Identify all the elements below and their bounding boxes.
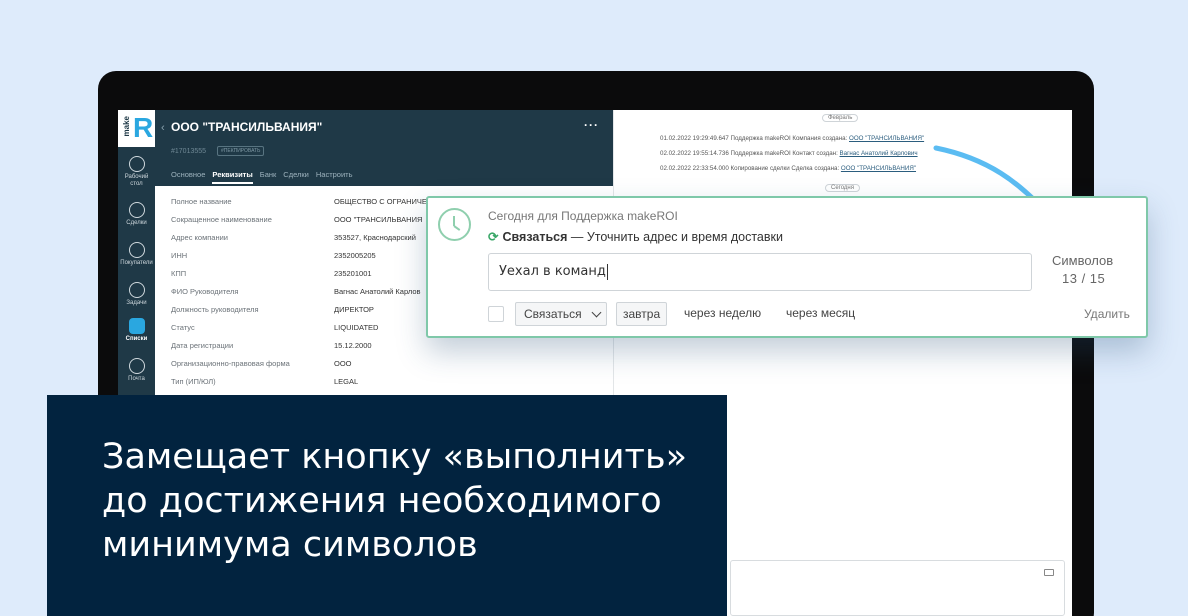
task-type-select[interactable]: Связаться [515, 302, 607, 326]
tomorrow-button[interactable]: завтра [616, 302, 668, 326]
char-counter-label: Символов [1052, 253, 1114, 268]
feed-event: 02.02.2022 19:55:14.736 Поддержка makeRO… [660, 150, 918, 157]
detail-label: Тип (ИП/ЮЛ) [171, 377, 216, 386]
detail-value[interactable]: ДИРЕКТОР [334, 305, 374, 314]
mail-icon [128, 358, 145, 374]
task-popup: Сегодня для Поддержка makeROI ⟳ Связаться… [426, 196, 1148, 338]
detail-label: ИНН [171, 251, 188, 260]
keyboard-icon[interactable] [1044, 569, 1054, 576]
event-text: 02.02.2022 22:33:54.000 Копирование сдел… [660, 165, 841, 172]
sidebar-item-tasks[interactable]: Задачи [118, 282, 155, 307]
detail-label: Дата регистрации [171, 341, 234, 350]
task-action: Связаться [502, 230, 568, 244]
event-text: 02.02.2022 19:55:14.736 Поддержка makeRO… [660, 150, 840, 157]
sidebar-item-label: Сделки [126, 220, 147, 226]
detail-row: Дата регистрации 15.12.2000 [155, 341, 613, 359]
next-month-link[interactable]: через месяц [786, 306, 855, 320]
month-divider: Февраль [822, 114, 859, 122]
detail-label: Полное название [171, 197, 232, 206]
detail-value[interactable]: ОБЩЕСТВО С ОГРАНИЧЕ [334, 197, 427, 206]
feed-event: 02.02.2022 22:33:54.000 Копирование сдел… [660, 165, 916, 172]
detail-value[interactable]: LEGAL [334, 377, 358, 386]
sidebar-item-label: Покупатели [120, 260, 153, 266]
detail-label: Адрес компании [171, 233, 229, 242]
detail-label: Сокращенное наименование [171, 215, 272, 224]
caption-text: Замещает кнопку «выполнить» до достижени… [102, 437, 687, 565]
logo-letter: R [133, 112, 154, 143]
detail-row: Тип (ИП/ЮЛ) LEGAL [155, 377, 613, 395]
dashboard-icon [128, 156, 145, 172]
detail-label: Организационно-правовая форма [171, 359, 290, 368]
caption-panel: Замещает кнопку «выполнить» до достижени… [47, 395, 727, 616]
delete-link[interactable]: Удалить [1084, 307, 1130, 321]
detail-value[interactable]: ООО "ТРАНСИЛЬВАНИЯ [334, 215, 422, 224]
copy-id-button[interactable]: #ПЕКПИРОВАТЬ [217, 146, 265, 156]
sidebar-item-lists[interactable]: Списки [118, 318, 155, 343]
task-result-input[interactable]: Уехал в команд [488, 253, 1032, 291]
message-composer[interactable] [730, 560, 1065, 616]
detail-value[interactable]: 235201001 [334, 269, 372, 278]
event-text: 01.02.2022 19:29:49.647 Поддержка makeRO… [660, 135, 849, 142]
detail-label: ФИО Руководителя [171, 287, 239, 296]
chevron-down-icon [591, 307, 602, 318]
detail-value[interactable]: 2352005205 [334, 251, 376, 260]
tab-main[interactable]: Основное [171, 170, 205, 184]
page-title: ООО "ТРАНСИЛЬВАНИЯ" [171, 120, 323, 134]
refresh-icon: ⟳ [488, 230, 499, 244]
today-divider: Сегодня [825, 184, 860, 192]
lists-icon [128, 318, 145, 334]
task-type-value: Связаться [524, 307, 582, 321]
sidebar-item-mail[interactable]: Почта [118, 358, 155, 383]
task-title: ⟳ Связаться — Уточнить адрес и время дост… [488, 229, 783, 244]
sidebar-item-label: Списки [125, 336, 148, 342]
card-id: #17013555 [171, 148, 207, 155]
char-counter-value: 13 / 15 [1062, 271, 1106, 286]
card-header: ‹ ООО "ТРАНСИЛЬВАНИЯ" ··· #17013555 #ПЕК… [155, 110, 613, 186]
event-link[interactable]: ООО "ТРАНСИЛЬВАНИЯ" [841, 165, 916, 172]
detail-label: Статус [171, 323, 195, 332]
task-result-value: Уехал в команд [499, 264, 606, 279]
tabs: Основное Реквизиты Банк Сделки Настроить [171, 170, 353, 184]
sidebar-item-customers[interactable]: Покупатели [118, 242, 155, 267]
feed-event: 01.02.2022 19:29:49.647 Поддержка makeRO… [660, 135, 924, 142]
next-week-link[interactable]: через неделю [684, 306, 761, 320]
tab-requisites[interactable]: Реквизиты [212, 170, 253, 184]
detail-label: КПП [171, 269, 187, 278]
logo[interactable]: make R [118, 110, 155, 147]
clock-icon [438, 208, 471, 241]
task-meta: Сегодня для Поддержка makeROI [488, 209, 678, 223]
done-checkbox[interactable] [488, 306, 504, 322]
detail-label: Должность руководителя [171, 305, 259, 314]
detail-value[interactable]: ООО [334, 359, 352, 368]
sidebar-item-desktop[interactable]: Рабочий стол [118, 156, 155, 188]
detail-value[interactable]: 15.12.2000 [334, 341, 372, 350]
tab-deals[interactable]: Сделки [283, 170, 309, 184]
more-icon[interactable]: ··· [584, 118, 599, 132]
sidebar-item-label: Почта [128, 376, 145, 382]
logo-word: make [122, 116, 131, 137]
detail-value[interactable]: LIQUIDATED [334, 323, 378, 332]
customers-icon [128, 242, 145, 258]
detail-value[interactable]: 353527, Краснодарский [334, 233, 416, 242]
back-chevron-icon[interactable]: ‹ [161, 122, 165, 134]
event-link[interactable]: ООО "ТРАНСИЛЬВАНИЯ" [849, 135, 924, 142]
event-link[interactable]: Вагнас Анатолий Карлович [840, 150, 918, 157]
task-description: — Уточнить адрес и время доставки [567, 230, 783, 244]
text-caret [606, 263, 608, 280]
tab-settings[interactable]: Настроить [316, 170, 353, 184]
sidebar-item-deals[interactable]: Сделки [118, 202, 155, 227]
tab-bank[interactable]: Банк [260, 170, 277, 184]
sidebar-item-label: Рабочий стол [124, 174, 149, 187]
detail-row: Организационно-правовая форма ООО [155, 359, 613, 377]
tasks-check-icon [128, 282, 145, 298]
dollar-icon [128, 202, 145, 218]
sidebar-item-label: Задачи [126, 300, 147, 306]
detail-value[interactable]: Вагнас Анатолий Карлов [334, 287, 420, 296]
